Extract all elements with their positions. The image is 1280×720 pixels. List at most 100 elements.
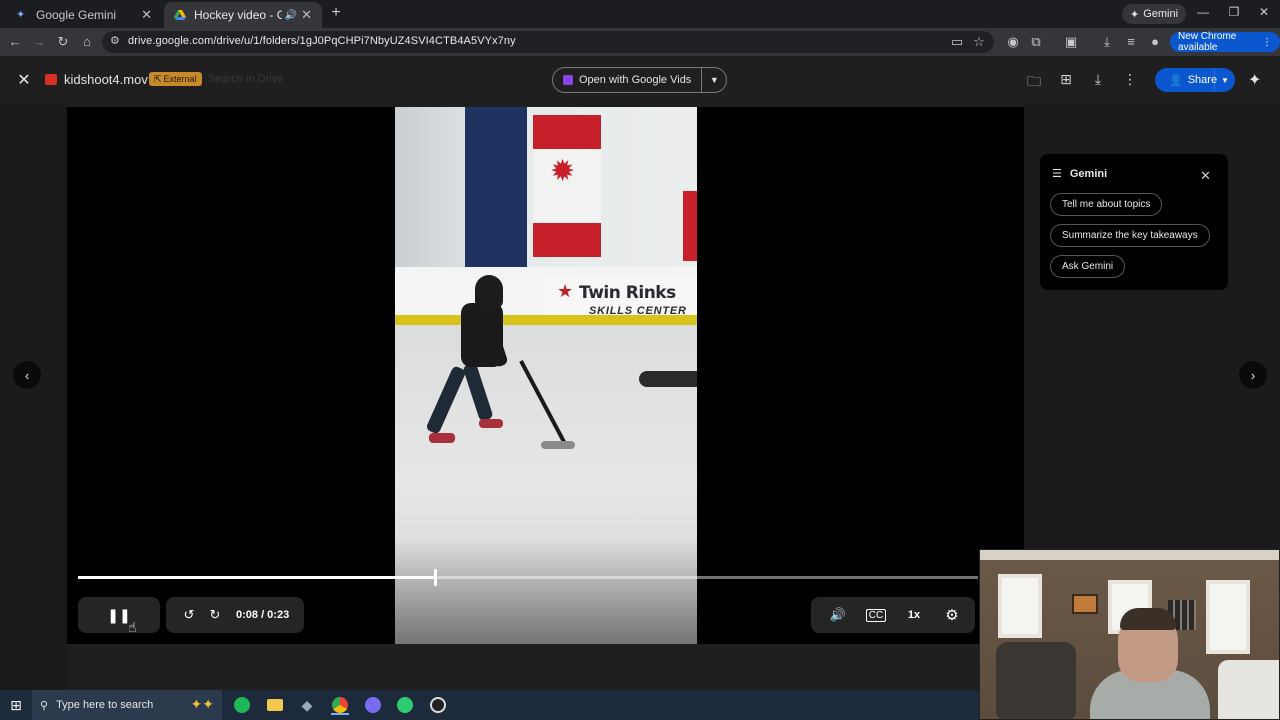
progress-scrubber[interactable] — [434, 569, 437, 586]
download-icon[interactable]: ⤓ — [1098, 34, 1116, 50]
close-tab-icon[interactable]: ✕ — [301, 7, 312, 23]
gear-icon: ⚙ — [945, 607, 959, 624]
search-highlight-icon: ✦✦ — [190, 696, 214, 712]
more-actions-icon[interactable]: ⋮ — [1120, 71, 1140, 88]
dimmed-sidebar — [0, 104, 67, 690]
volume-button[interactable]: 🔊 — [819, 597, 857, 633]
webcam-window — [998, 574, 1042, 638]
file-explorer-icon[interactable] — [264, 695, 286, 715]
playback-speed-button[interactable]: 1x — [895, 597, 933, 633]
extension-badge-icon[interactable]: ◉ — [1004, 34, 1022, 50]
green-app-icon[interactable] — [394, 695, 416, 715]
gemini-chip[interactable]: ✦ Gemini — [1122, 4, 1187, 24]
google-vids-icon — [563, 75, 573, 85]
close-window-icon[interactable]: ✕ — [1254, 5, 1274, 19]
site-info-icon[interactable]: ⚙ — [110, 34, 120, 47]
canadian-flag: ✹ — [533, 115, 601, 257]
people-icon: 👤 — [1169, 74, 1183, 87]
next-file-button[interactable]: › — [1239, 361, 1267, 389]
windows-start-icon[interactable]: ⊞ — [5, 695, 27, 715]
close-gemini-panel-icon[interactable]: ✕ — [1200, 168, 1211, 184]
chevron-right-icon: › — [1250, 367, 1256, 383]
bookmark-star-icon[interactable]: ☆ — [970, 34, 988, 50]
extensions-icon[interactable]: ⧉ — [1027, 34, 1045, 50]
restore-icon[interactable]: ❐ — [1224, 5, 1244, 19]
external-badge: ⇱ External — [149, 72, 202, 86]
open-with-google-vids[interactable]: Open with Google Vids — [553, 68, 703, 92]
settings-button[interactable]: ⚙ — [933, 597, 971, 633]
gemini-favicon-icon: ✦ — [16, 9, 26, 21]
tab-hockey-video[interactable]: Hockey video - Google Drive 🔊 ✕ — [164, 2, 322, 28]
skate — [429, 433, 455, 443]
reload-icon[interactable]: ↻ — [54, 34, 72, 50]
move-folder-icon[interactable]: 🗀 — [1024, 71, 1044, 95]
hand-cursor-icon: ☝ — [128, 619, 137, 635]
share-label: 👤 Share — [1155, 68, 1217, 92]
external-icon: ⇱ — [154, 73, 162, 84]
drive-favicon-icon — [174, 9, 186, 21]
drive-preview-header: ✕ kidshoot4.mov ⇱ External Search in Dri… — [0, 56, 1280, 104]
discord-icon[interactable] — [362, 695, 384, 715]
search-icon: ⚲ — [40, 699, 49, 712]
minimize-icon[interactable]: — — [1193, 5, 1213, 19]
suggestion-chip[interactable]: Summarize the key takeaways — [1050, 224, 1210, 247]
reading-list-icon[interactable]: ≡ — [1122, 34, 1140, 50]
close-tab-icon[interactable]: ✕ — [141, 7, 152, 23]
gemini-spark-icon[interactable]: ✦ — [1248, 70, 1261, 90]
download-file-icon[interactable]: ⤓ — [1088, 71, 1108, 88]
star-icon: ★ — [557, 281, 574, 301]
screen: ✦ Google Gemini ✕ Hockey video - Google … — [0, 0, 1280, 720]
windows-taskbar: ⊞ ⚲ Type here to search ✦✦ ◆ — [0, 690, 979, 720]
open-with-button[interactable]: Open with Google Vids ▼ — [552, 67, 728, 93]
share-dropdown-icon[interactable]: ▼ — [1215, 76, 1235, 85]
seek-group: ↺ ↻ 0:08 / 0:23 — [166, 597, 304, 633]
back-icon[interactable]: ← — [6, 34, 24, 50]
tab-title: Hockey video - Google Drive — [194, 8, 282, 22]
close-preview-icon[interactable]: ✕ — [14, 70, 34, 90]
pause-button[interactable]: ❚❚ — [78, 597, 160, 633]
wall-panel — [465, 107, 527, 267]
tab-google-gemini[interactable]: ✦ Google Gemini ✕ — [6, 2, 162, 28]
cast-icon[interactable]: ▭ — [948, 34, 966, 50]
home-icon[interactable]: ⌂ — [78, 34, 96, 50]
suggestion-chip[interactable]: Ask Gemini — [1050, 255, 1126, 278]
play-pause-group: ❚❚ — [78, 597, 160, 633]
webcam-couch — [1218, 660, 1279, 719]
taskbar-search[interactable]: ⚲ Type here to search ✦✦ — [32, 690, 222, 720]
forward-icon[interactable]: → — [30, 34, 48, 50]
webcam-chair — [996, 642, 1076, 719]
kickplate — [395, 315, 697, 325]
obs-icon[interactable] — [427, 695, 449, 715]
spotify-icon[interactable] — [231, 695, 253, 715]
browser-tab-strip: ✦ Google Gemini ✕ Hockey video - Google … — [0, 0, 1280, 28]
add-comment-icon[interactable]: ⊞ — [1056, 71, 1076, 88]
replay-icon: ↺ — [183, 607, 195, 622]
skater-hood — [475, 275, 503, 309]
speaker-icon[interactable]: 🔊 — [285, 10, 297, 21]
video-progress-bar[interactable] — [78, 569, 978, 586]
video-file-icon — [45, 74, 57, 85]
update-chrome-button[interactable]: New Chrome available ⋮ — [1170, 31, 1280, 53]
rewind-10-button[interactable]: ↺ — [176, 597, 202, 633]
webcam-picture — [1072, 594, 1098, 614]
right-controls: 🔊 CC 1x ⚙ — [811, 597, 975, 633]
video-player[interactable]: ✹ ★ Twin Rinks SKILLS CENTER ❚❚ ☝ ↺ ↻ 0:… — [67, 107, 1024, 644]
search-input-dimmed: Search in Drive — [208, 73, 284, 85]
open-with-dropdown-icon[interactable]: ▼ — [702, 75, 726, 85]
new-tab-icon[interactable]: + — [326, 4, 346, 22]
webcam-window — [1206, 580, 1250, 654]
webcam-ceiling — [980, 550, 1279, 560]
address-bar[interactable]: ⚙ drive.google.com/drive/u/1/folders/1gJ… — [102, 31, 994, 53]
maple-leaf-icon: ✹ — [550, 155, 576, 188]
share-button[interactable]: 👤 Share ▼ — [1155, 68, 1235, 92]
previous-file-button[interactable]: ‹ — [13, 361, 41, 389]
forward-10-button[interactable]: ↻ — [202, 597, 228, 633]
steam-icon[interactable]: ◆ — [296, 695, 318, 715]
chrome-icon[interactable] — [329, 695, 351, 715]
skate — [479, 419, 503, 428]
profile-avatar-icon[interactable]: ● — [1146, 34, 1164, 50]
captions-button[interactable]: CC — [857, 597, 895, 633]
suggestion-chip[interactable]: Tell me about topics — [1050, 193, 1163, 216]
webcam-overlay — [979, 549, 1280, 720]
side-panel-icon[interactable]: ▣ — [1062, 34, 1080, 50]
